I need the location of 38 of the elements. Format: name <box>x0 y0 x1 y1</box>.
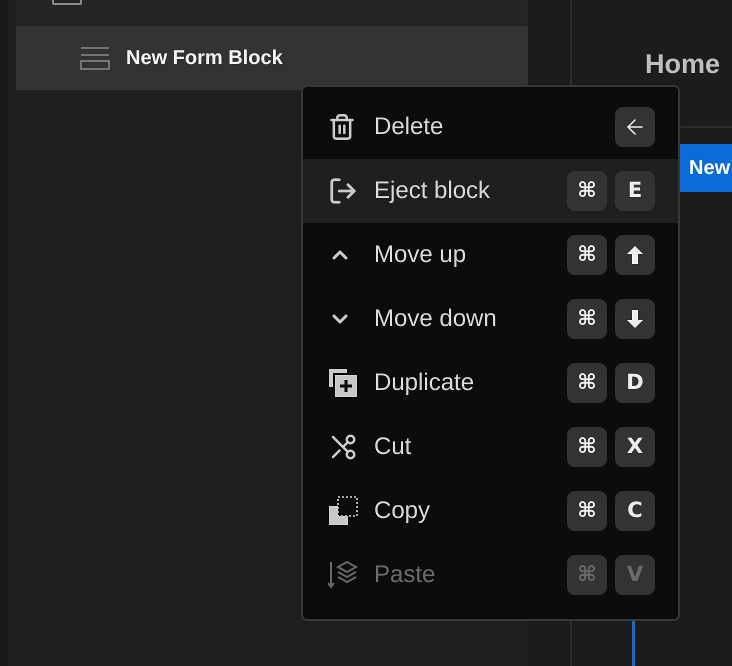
page-title: Home <box>644 48 720 80</box>
shortcut-key: E <box>615 171 655 211</box>
shortcut-key: X <box>615 427 655 467</box>
menu-item[interactable]: Move down ⌘ <box>303 287 678 351</box>
menu-item-label: Delete <box>374 112 444 142</box>
shortcut-key: ⌘ <box>567 491 607 531</box>
duplicate-icon <box>328 368 358 398</box>
menu-item-label: Cut <box>374 432 412 462</box>
trash-icon <box>328 113 356 141</box>
shortcut-key: ⌘ <box>567 299 607 339</box>
menu-item-label: Copy <box>374 496 432 526</box>
arrow-down-icon <box>627 310 643 328</box>
form-block-icon <box>80 46 110 70</box>
shortcut-key: ⌘ <box>567 363 607 403</box>
menu-item[interactable]: Move up ⌘ <box>303 223 678 287</box>
shortcut-key: D <box>615 363 655 403</box>
menu-item[interactable]: Cut ⌘ X <box>303 415 678 479</box>
menu-item[interactable]: Duplicate ⌘ D <box>303 351 678 415</box>
menu-item-label: Move down <box>374 304 498 334</box>
menu-item-label: Duplicate <box>374 368 476 398</box>
copy-icon <box>328 496 358 526</box>
menu-item-label: Paste <box>374 560 436 590</box>
shortcut-key: ⌘ <box>567 555 607 595</box>
shortcut-key: ⌘ <box>567 235 607 275</box>
menu-item-label: Eject block <box>374 176 492 206</box>
arrow-up-icon <box>627 246 643 264</box>
tree-item[interactable]: New Form Block <box>16 26 528 90</box>
shortcut-key: ⌘ <box>567 171 607 211</box>
new-button[interactable]: New <box>680 144 732 192</box>
selection-line <box>632 618 635 666</box>
menu-item[interactable]: Eject block ⌘ E <box>303 159 678 223</box>
paste-icon <box>328 560 358 590</box>
shortcut-key: ⌘ <box>567 427 607 467</box>
menu-item[interactable]: Copy ⌘ C <box>303 479 678 543</box>
menu-item-label: Move up <box>374 240 468 270</box>
shortcut-key: C <box>615 491 655 531</box>
tree-item-label: New Form Block <box>126 46 283 71</box>
menu-item[interactable]: Delete <box>303 95 678 159</box>
